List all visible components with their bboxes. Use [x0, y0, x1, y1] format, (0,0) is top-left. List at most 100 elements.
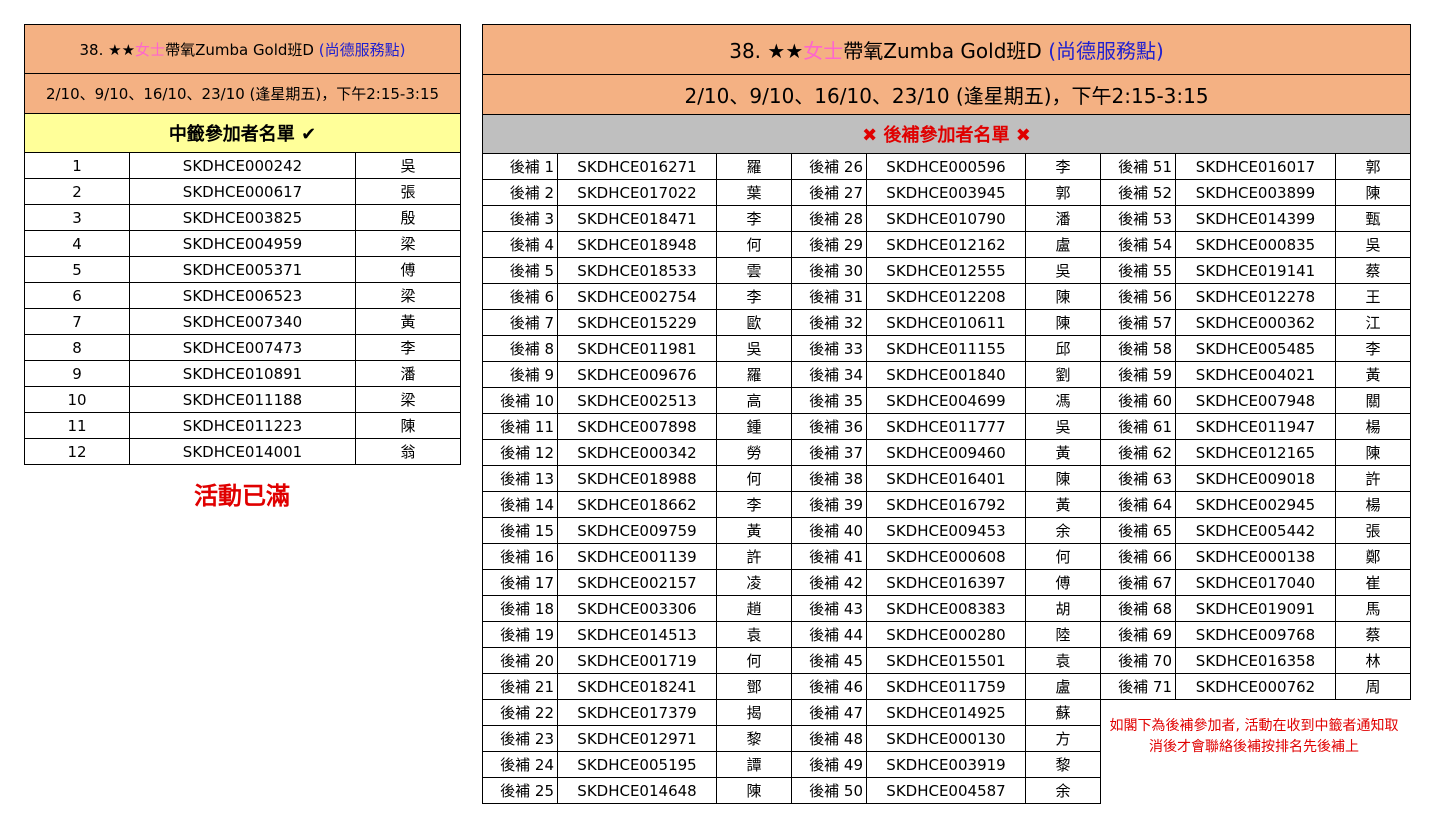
table-row: 後補 6 SKDHCE002754 李後補 31 SKDHCE012208 陳後補 56…	[482, 283, 1412, 310]
table-row: 5 SKDHCE005371 傅	[24, 256, 461, 283]
table-row: 後補 19 SKDHCE014513 袁後補 44 SKDHCE000280 陸後補 6…	[482, 621, 1412, 648]
waitlist-note: 如閣下為後補參加者, 活動在收到中籤者通知取消後才會聯絡後補按排名先後補上	[1109, 718, 1399, 755]
table-row: 後補 18 SKDHCE003306 趙後補 43 SKDHCE008383 胡後補 6…	[482, 595, 1412, 622]
waitlist-name: 馬	[1334, 595, 1412, 622]
waitlist-name: 羅	[716, 153, 792, 180]
table-row: 後補 11 SKDHCE007898 鍾後補 36 SKDHCE011777 吳後補 6…	[482, 413, 1412, 440]
waitlist-label: 後補 9	[482, 361, 558, 388]
waitlist-label: 後補 48	[791, 725, 867, 752]
waitlist-label: 後補 50	[791, 777, 867, 804]
waitlist-name: 蔡	[1334, 621, 1412, 648]
waitlist-label: 後補 23	[482, 725, 558, 752]
waitlist-name: 黃	[1025, 439, 1101, 466]
selected-no: 12	[24, 438, 130, 465]
waitlist-id: SKDHCE018471	[557, 205, 717, 232]
table-row: 1 SKDHCE000242 吳	[24, 152, 461, 179]
table-row: 後補 10 SKDHCE002513 高後補 35 SKDHCE004699 馮後補 6…	[482, 387, 1412, 414]
waitlist-id: SKDHCE014648	[557, 777, 717, 804]
selected-name: 翁	[355, 438, 461, 465]
table-row: 6 SKDHCE006523 梁	[24, 282, 461, 309]
waitlist-id: SKDHCE000835	[1175, 231, 1336, 258]
waitlist-id: SKDHCE012555	[866, 257, 1026, 284]
waitlist-id: SKDHCE000362	[1175, 309, 1336, 336]
waitlist-name: 羅	[716, 361, 792, 388]
waitlist-id: SKDHCE005195	[557, 751, 717, 778]
selected-id: SKDHCE000242	[129, 152, 356, 179]
selected-no: 8	[24, 334, 130, 361]
waitlist-id: SKDHCE017379	[557, 699, 717, 726]
waitlist-name: 余	[1025, 777, 1101, 804]
class-title-prefix: 38. ★★	[729, 39, 804, 63]
waitlist-id: SKDHCE011947	[1175, 413, 1336, 440]
waitlist-name: 何	[716, 647, 792, 674]
waitlist-label: 後補 28	[791, 205, 867, 232]
waitlist-name: 袁	[716, 621, 792, 648]
waitlist-id: SKDHCE011777	[866, 413, 1026, 440]
waitlist-name: 馮	[1025, 387, 1101, 414]
waitlist-name: 陸	[1025, 621, 1101, 648]
waitlist-label: 後補 5	[482, 257, 558, 284]
table-row: 7 SKDHCE007340 黃	[24, 308, 461, 335]
waitlist-id: SKDHCE010790	[866, 205, 1026, 232]
selected-table: 38. ★★女士帶氧Zumba Gold班D (尚德服務點) 2/10、9/10…	[24, 24, 461, 465]
selected-id: SKDHCE014001	[129, 438, 356, 465]
waitlist-id: SKDHCE015229	[557, 309, 717, 336]
selected-no: 5	[24, 256, 130, 283]
selected-id: SKDHCE000617	[129, 178, 356, 205]
waitlist-name: 黃	[1334, 361, 1412, 388]
table-row: 3 SKDHCE003825 殷	[24, 204, 461, 231]
cross-icon: ✖	[862, 125, 878, 146]
waitlist-id: SKDHCE002754	[557, 283, 717, 310]
selected-name: 陳	[355, 412, 461, 439]
waitlist-id: SKDHCE009453	[866, 517, 1026, 544]
waitlist-id: SKDHCE002157	[557, 569, 717, 596]
table-row: 後補 5 SKDHCE018533 雲後補 30 SKDHCE012555 吳後補 55…	[482, 257, 1412, 284]
waitlist-label: 後補 69	[1100, 621, 1176, 648]
table-row: 後補 9 SKDHCE009676 羅後補 34 SKDHCE001840 劉後補 59…	[482, 361, 1412, 388]
waitlist-label: 後補 31	[791, 283, 867, 310]
waitlist-id: SKDHCE018533	[557, 257, 717, 284]
waitlist-name: 何	[716, 231, 792, 258]
waitlist-name: 鄭	[1334, 543, 1412, 570]
waitlist-id: SKDHCE019091	[1175, 595, 1336, 622]
class-title: 38. ★★女士帶氧Zumba Gold班D (尚德服務點)	[24, 24, 461, 74]
waitlist-label: 後補 24	[482, 751, 558, 778]
selected-name: 梁	[355, 282, 461, 309]
waitlist-id: SKDHCE002513	[557, 387, 717, 414]
waitlist-id: SKDHCE009759	[557, 517, 717, 544]
waitlist-id: SKDHCE014925	[866, 699, 1026, 726]
waitlist-label: 後補 4	[482, 231, 558, 258]
waitlist-name: 陳	[1334, 439, 1412, 466]
waitlist-name: 李	[1334, 335, 1412, 362]
selected-name: 傅	[355, 256, 461, 283]
waitlist-id: SKDHCE016271	[557, 153, 717, 180]
waitlist-name: 李	[716, 205, 792, 232]
cross-icon: ✖	[1015, 125, 1031, 146]
waitlist-name: 陳	[1025, 309, 1101, 336]
selected-name: 殷	[355, 204, 461, 231]
table-row: 8 SKDHCE007473 李	[24, 334, 461, 361]
selected-name: 梁	[355, 386, 461, 413]
waitlist-name: 王	[1334, 283, 1412, 310]
waitlist-label: 後補 35	[791, 387, 867, 414]
class-schedule: 2/10、9/10、16/10、23/10 (逢星期五)，下午2:15-3:15	[24, 73, 461, 114]
waitlist-label: 後補 33	[791, 335, 867, 362]
waitlist-id: SKDHCE007898	[557, 413, 717, 440]
waitlist-label: 後補 67	[1100, 569, 1176, 596]
table-row: 後補 15 SKDHCE009759 黃後補 40 SKDHCE009453 余後補 6…	[482, 517, 1412, 544]
waitlist-label: 後補 15	[482, 517, 558, 544]
waitlist-name: 江	[1334, 309, 1412, 336]
waitlist-label: 後補 25	[482, 777, 558, 804]
table-row: 後補 1 SKDHCE016271 羅後補 26 SKDHCE000596 李後補 51…	[482, 153, 1412, 180]
waitlist-label: 後補 13	[482, 465, 558, 492]
waitlist-name: 潘	[1025, 205, 1101, 232]
waitlist-name: 許	[1334, 465, 1412, 492]
waitlist-label: 後補 45	[791, 647, 867, 674]
waitlist-name: 楊	[1334, 491, 1412, 518]
waitlist-id: SKDHCE016397	[866, 569, 1026, 596]
selected-id: SKDHCE011188	[129, 386, 356, 413]
waitlist-id: SKDHCE018988	[557, 465, 717, 492]
waitlist-label: 後補 61	[1100, 413, 1176, 440]
waitlist-label: 後補 26	[791, 153, 867, 180]
selected-name: 潘	[355, 360, 461, 387]
